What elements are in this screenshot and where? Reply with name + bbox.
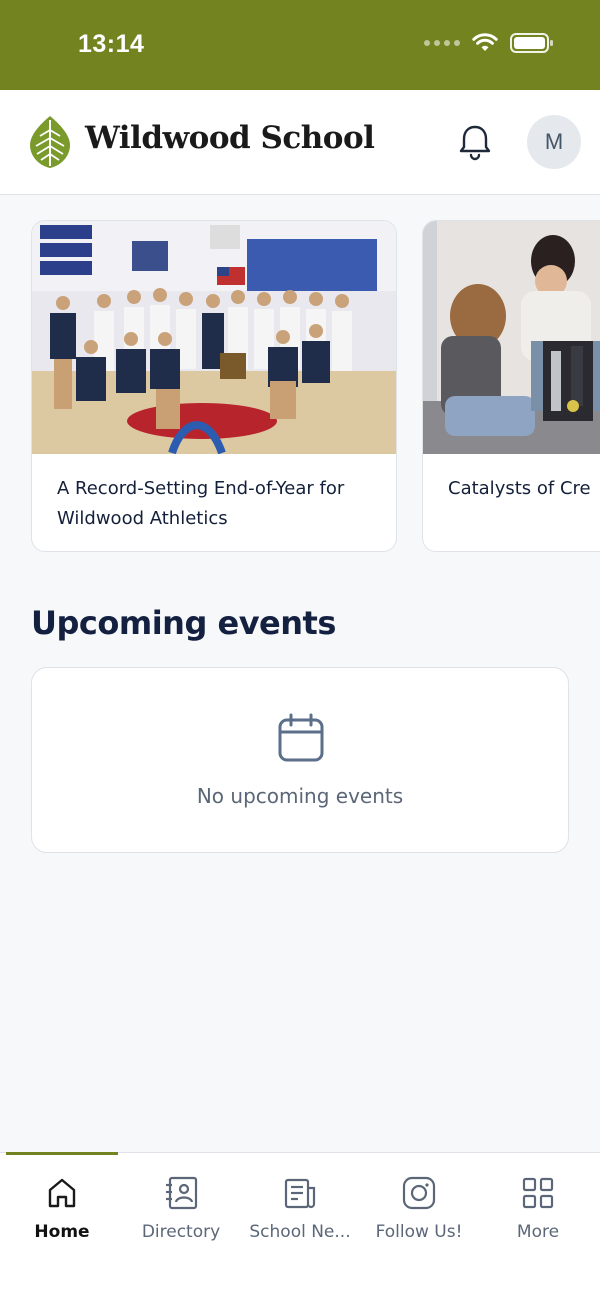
tab-school-news[interactable]: School Ne...	[240, 1153, 360, 1263]
events-empty-card: No upcoming events	[31, 667, 569, 853]
avatar-initial: M	[544, 129, 564, 154]
app-header: Wildwood School	[0, 90, 600, 195]
tab-more[interactable]: More	[478, 1153, 598, 1263]
volleyball-team-photo	[32, 221, 396, 454]
tab-follow-us[interactable]: Follow Us!	[359, 1153, 479, 1263]
battery-icon	[510, 33, 553, 53]
avatar[interactable]: M	[527, 115, 581, 169]
instagram-icon	[402, 1176, 436, 1210]
school-name: Wildwood School	[85, 120, 375, 156]
leaf-logo-icon[interactable]	[28, 114, 72, 170]
grid-icon	[522, 1177, 554, 1209]
calendar-icon	[278, 713, 324, 762]
news-card[interactable]: Catalysts of Cre	[422, 220, 600, 552]
status-icons	[424, 32, 554, 54]
tab-label-follow-us: Follow Us!	[375, 1222, 463, 1242]
tab-label-home: Home	[34, 1222, 90, 1242]
robotics-students-photo	[423, 221, 600, 454]
news-carousel[interactable]: A Record-Setting End-of-Year for Wildwoo…	[0, 220, 600, 555]
section-title-upcoming-events: Upcoming events	[31, 604, 336, 642]
tab-label-school-news: School Ne...	[249, 1222, 351, 1242]
tab-home[interactable]: Home	[2, 1153, 122, 1263]
news-image-volleyball-team	[32, 221, 396, 454]
wifi-icon	[472, 33, 498, 51]
directory-icon	[166, 1176, 198, 1210]
newspaper-icon	[284, 1178, 316, 1209]
tab-directory[interactable]: Directory	[121, 1153, 241, 1263]
news-title: A Record-Setting End-of-Year for Wildwoo…	[57, 478, 345, 529]
cellular-dots-icon	[424, 40, 460, 46]
empty-events-text: No upcoming events	[196, 784, 404, 808]
tab-label-more: More	[516, 1222, 560, 1242]
news-title: Catalysts of Cre	[448, 478, 591, 499]
home-icon	[48, 1178, 76, 1208]
tab-label-directory: Directory	[141, 1222, 221, 1242]
news-card[interactable]: A Record-Setting End-of-Year for Wildwoo…	[31, 220, 397, 552]
status-time: 13:14	[78, 30, 145, 58]
news-image-robotics	[423, 221, 600, 454]
bottom-tab-bar: Home Directory School Ne... Follow Us! M…	[0, 1152, 600, 1300]
status-bar: 13:14	[0, 0, 600, 90]
bell-icon[interactable]	[457, 123, 493, 161]
